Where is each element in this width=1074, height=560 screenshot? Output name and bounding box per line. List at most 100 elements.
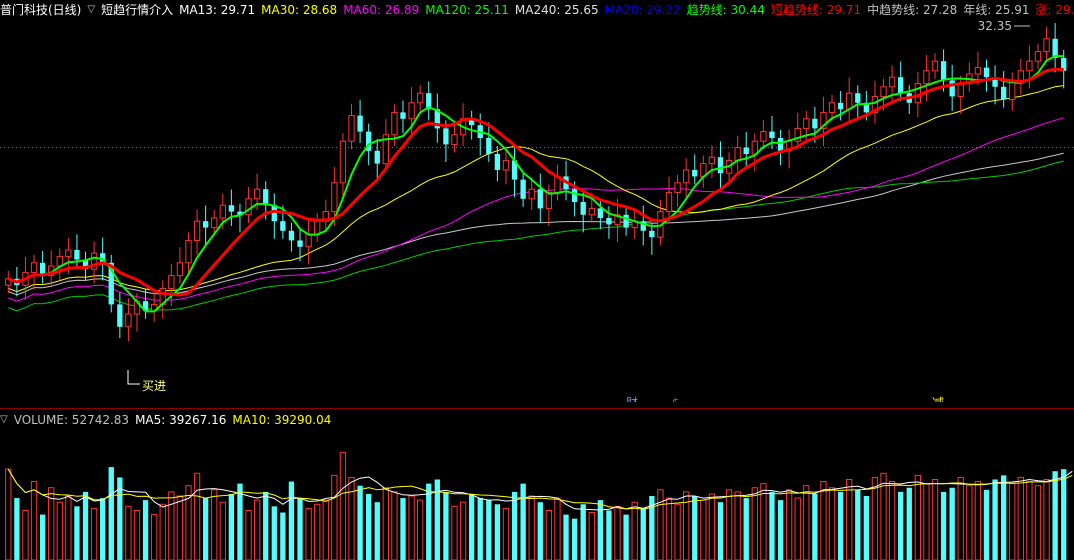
candle [717,141,724,191]
volume-bar [983,489,990,560]
candle-body [211,217,218,229]
header-value-9: 年线: 25.91 [963,3,1030,17]
dropdown-triangle-icon[interactable]: ▽ [0,412,8,428]
volume-bar [743,498,749,560]
candle-body [812,118,818,129]
indicator-name[interactable]: 短趋行情介入 [101,2,173,18]
candle [631,209,638,239]
candle-body [391,111,398,136]
volume-bar [30,481,38,560]
volume-bar [588,512,595,560]
volume-header-value-1: MA5: 39267.16 [135,413,227,427]
volume-header-value-0: VOLUME: 52742.83 [13,413,130,427]
stock-name[interactable]: 普门科技(日线) [0,2,81,18]
candle-body [898,77,904,94]
candle [228,189,235,226]
candle [1026,45,1033,89]
header-value-6: 趋势线: 30.44 [686,3,765,17]
reduce-holding-marker: 减 [932,396,944,402]
candle [245,186,252,223]
ma30-line [8,85,1064,293]
volume-header-value-2: MA10: 39290.04 [232,413,332,427]
volume-bar [253,499,261,560]
volume-bar [751,487,758,560]
candle [142,289,149,319]
candle [520,171,526,207]
candle [502,148,510,185]
volume-bar [202,498,209,560]
candle-body [674,182,681,193]
volume-bar [837,491,844,560]
candle [683,158,690,201]
volume-bar [1043,478,1050,560]
candle-body [494,154,501,170]
candle [966,62,973,92]
candle [1034,43,1042,70]
candle [623,206,629,236]
entry-signal-label: 买进 [142,379,166,393]
high-price-label: 32.35 [978,19,1012,33]
candle-body [400,112,406,119]
candle [957,75,964,114]
volume-bar [914,474,921,560]
volume-bar [1017,476,1024,560]
candle-body [288,230,295,241]
volume-bar [459,501,467,560]
volume-bar [906,487,912,560]
volume-bar [974,481,982,560]
candle [855,85,861,121]
volume-bar [674,503,681,560]
volume-bar [382,487,389,560]
candle [90,241,98,284]
candle [949,64,955,111]
volume-chart[interactable] [0,428,1074,560]
volume-bar [777,500,784,560]
candle-body [348,115,355,142]
price-header: 普门科技(日线) ▽ 短趋行情介入 MA13: 29.71 MA30: 28.68… [0,2,1074,18]
volume-bar [280,512,286,560]
volume-bar [1026,481,1033,560]
candle [348,103,355,150]
volume-bar [606,510,612,560]
volume-bar [263,491,269,560]
volume-bar [863,496,870,560]
candle [708,145,716,178]
volume-bar [366,493,372,560]
volume-values: VOLUME: 52742.83 MA5: 39267.16 MA10: 39290… [14,412,338,428]
candle [426,81,432,121]
candle-body [520,179,526,199]
candle-body [1026,60,1033,72]
candle-body [331,182,338,213]
volume-bar [692,496,698,560]
candle [983,59,990,92]
volume-bar [305,507,312,560]
candle [108,254,114,313]
volume-bar [614,505,621,560]
candle [237,203,243,233]
candle-body [751,140,758,155]
volume-bar [159,503,166,560]
volume-bar [931,478,939,560]
volume-bar [554,497,561,560]
volume-bar [90,507,98,560]
volume-bar [1061,469,1067,560]
volume-bar [631,501,638,560]
dropdown-triangle-icon[interactable]: ▽ [87,2,95,18]
candle [314,213,321,242]
candle-body [692,170,698,177]
candle-body [193,220,201,241]
candle [185,232,192,274]
price-chart[interactable]: 32.35 买进财 $ 减 [0,18,1074,402]
candle [931,53,939,79]
volume-bar [855,489,861,560]
candle-body [623,214,629,228]
candle-body [451,134,458,145]
candle-body [502,159,510,171]
volume-bar [923,483,930,560]
candle-body [855,93,861,103]
candle-body [537,189,543,209]
candle-body [1000,86,1007,100]
volume-bar [957,476,964,560]
candle [1000,71,1007,108]
volume-header: ▽ VOLUME: 52742.83 MA5: 39267.16 MA10: 392… [0,412,343,428]
